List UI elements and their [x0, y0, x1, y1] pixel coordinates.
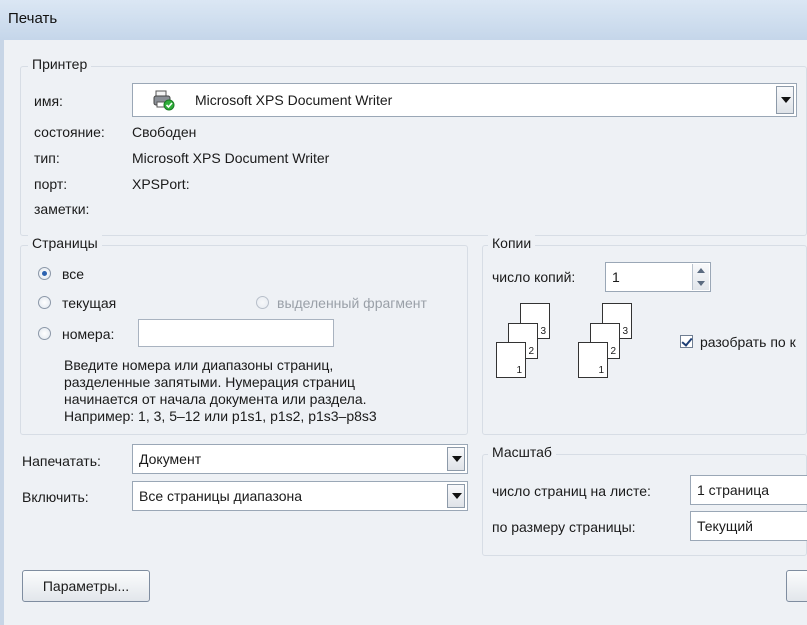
printer-name-label: имя: — [34, 93, 63, 109]
pages-per-sheet-value: 1 страница — [697, 482, 770, 498]
scale-label: по размеру страницы: — [492, 519, 636, 535]
scale-value: Текущий — [697, 518, 753, 534]
pages-hint-line3: начинается от начала документа или разде… — [64, 391, 367, 407]
printer-status-value: Свободен — [132, 124, 197, 140]
pages-selection-label[interactable]: выделенный фрагмент — [277, 295, 427, 311]
printer-name-value: Microsoft XPS Document Writer — [195, 92, 393, 108]
chevron-down-icon[interactable] — [447, 447, 465, 471]
copies-group-title: Копии — [488, 235, 536, 251]
include-value: Все страницы диапазона — [139, 488, 303, 504]
options-button[interactable]: Параметры... — [22, 570, 150, 602]
copies-count-label: число копий: — [492, 269, 576, 285]
title-bar: Печать — [0, 0, 807, 41]
print-what-select[interactable]: Документ — [132, 444, 468, 474]
printer-name-select[interactable]: Microsoft XPS Document Writer — [132, 83, 797, 117]
printer-notes-label: заметки: — [34, 201, 90, 217]
printer-group-title: Принтер — [28, 56, 92, 72]
pages-hint-line1: Введите номера или диапазоны страниц, — [64, 357, 334, 373]
pages-all-label[interactable]: все — [62, 266, 84, 282]
printer-icon — [153, 89, 175, 111]
include-label: Включить: — [22, 489, 89, 505]
pages-hint-line4: Например: 1, 3, 5–12 или p1s1, p1s2, p1s… — [64, 408, 377, 424]
scale-select[interactable]: Текущий — [690, 511, 807, 541]
pages-current-radio[interactable] — [38, 296, 51, 309]
spin-up-icon[interactable] — [697, 268, 705, 273]
chevron-down-icon[interactable] — [776, 86, 794, 114]
include-select[interactable]: Все страницы диапазона — [132, 481, 468, 511]
pages-all-radio[interactable] — [38, 267, 51, 280]
ok-button[interactable] — [786, 570, 807, 602]
printer-status-label: состояние: — [34, 124, 105, 140]
collate-label[interactable]: разобрать по к — [700, 334, 796, 350]
spin-down-icon[interactable] — [697, 281, 705, 286]
page-icon: 1 — [578, 342, 608, 378]
printer-type-value: Microsoft XPS Document Writer — [132, 150, 330, 166]
printer-port-value: XPSPort: — [132, 176, 190, 192]
pages-hint-line2: разделенные запятыми. Нумерация страниц — [64, 374, 356, 390]
pages-numbers-radio[interactable] — [38, 327, 51, 340]
pages-selection-radio[interactable] — [256, 296, 269, 309]
copies-count-value: 1 — [612, 269, 620, 285]
pages-numbers-input[interactable] — [138, 319, 334, 347]
collate-checkbox[interactable] — [680, 335, 693, 348]
pages-per-sheet-select[interactable]: 1 страница — [690, 475, 807, 505]
pages-group-title: Страницы — [28, 235, 102, 251]
printer-port-label: порт: — [34, 176, 68, 192]
pages-per-sheet-label: число страниц на листе: — [492, 483, 651, 499]
zoom-group-title: Масштаб — [488, 444, 556, 460]
printer-type-label: тип: — [34, 150, 60, 166]
chevron-down-icon[interactable] — [447, 484, 465, 508]
window-title: Печать — [8, 10, 58, 27]
print-dialog: Принтер имя: Microsoft XPS Document Writ… — [0, 40, 807, 625]
copies-count-spinner[interactable]: 1 — [605, 262, 711, 292]
print-what-value: Документ — [139, 451, 202, 467]
page-icon: 1 — [496, 342, 526, 378]
spinner-buttons[interactable] — [692, 264, 709, 290]
print-what-label: Напечатать: — [22, 453, 101, 469]
pages-current-label[interactable]: текущая — [62, 295, 116, 311]
pages-numbers-label[interactable]: номера: — [62, 326, 114, 342]
